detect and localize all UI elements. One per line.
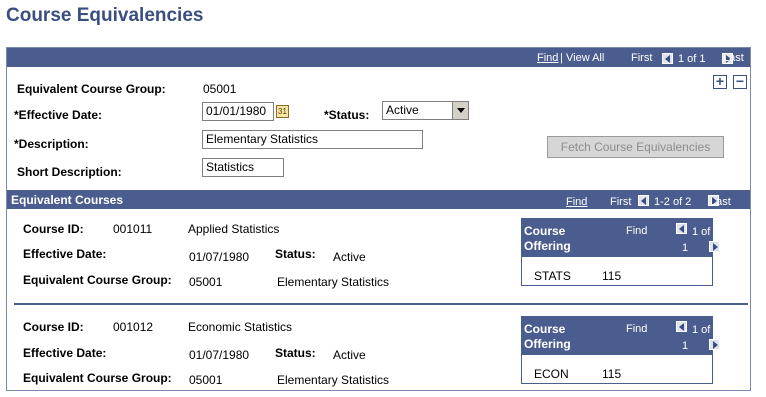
course-offering-title: Course — [524, 322, 566, 336]
left-arrow-icon[interactable] — [638, 194, 649, 206]
status-value: Active — [333, 250, 366, 264]
equivalent-courses-bar: Equivalent Courses Find First 1-2 of 2 L… — [7, 190, 750, 209]
last-link: Last — [723, 52, 744, 64]
group-description: Elementary Statistics — [277, 275, 390, 289]
status-select[interactable]: Active — [382, 101, 469, 120]
right-arrow-icon[interactable] — [709, 339, 721, 351]
group-value: 05001 — [203, 82, 237, 96]
offering-count: 1 of — [692, 226, 711, 238]
course-offering-title: Course — [524, 224, 566, 238]
status-selected-value: Active — [386, 103, 419, 117]
effective-date-label: *Effective Date: — [14, 108, 103, 122]
course-id-value: 001012 — [113, 320, 154, 334]
status-value: Active — [333, 348, 366, 362]
status-label: *Status: — [324, 108, 370, 122]
left-arrow-icon[interactable] — [662, 52, 673, 64]
effective-date-label: Effective Date: — [23, 247, 107, 261]
status-label: Status: — [275, 346, 316, 360]
equiv-last-link: Last — [710, 196, 731, 208]
offering-count-total: 1 — [682, 242, 689, 254]
course-offering-box: Course Offering Find 1 of 1 ECON 115 — [521, 316, 721, 384]
group-description: Elementary Statistics — [277, 373, 390, 387]
add-row-button[interactable]: + — [713, 74, 727, 89]
effective-date-label: Effective Date: — [23, 346, 107, 360]
offering-find-link[interactable]: Find — [626, 323, 647, 335]
description-input[interactable]: Elementary Statistics — [202, 130, 423, 149]
calendar-icon[interactable]: 31 — [276, 105, 289, 118]
row-count: 1 of 1 — [678, 53, 706, 65]
description-label: *Description: — [14, 137, 89, 151]
page-title: Course Equivalencies — [6, 5, 204, 26]
short-description-input[interactable]: Statistics — [202, 158, 284, 177]
short-description-label: Short Description: — [17, 165, 122, 179]
first-link: First — [631, 52, 653, 64]
offering-find-link[interactable]: Find — [626, 225, 647, 237]
group-label: Equivalent Course Group: — [17, 82, 166, 96]
group-value: 05001 — [189, 373, 223, 387]
left-arrow-icon[interactable] — [676, 321, 687, 333]
equiv-find-link[interactable]: Find — [566, 196, 587, 208]
offering-count: 1 of — [692, 324, 711, 336]
nav-separator: | — [560, 52, 563, 64]
right-arrow-icon[interactable] — [709, 241, 721, 253]
offering-catalog: 115 — [602, 269, 622, 283]
offering-catalog: 115 — [602, 367, 622, 381]
course-offering-header: Course Offering Find 1 of 1 — [522, 317, 721, 355]
course-offering-title-2: Offering — [524, 239, 571, 253]
group-label: Equivalent Course Group: — [23, 273, 172, 287]
course-id-label: Course ID: — [23, 222, 84, 236]
equivalent-courses-title: Equivalent Courses — [11, 193, 124, 207]
effective-date-value: 01/07/1980 — [189, 250, 250, 264]
course-offering-title-2: Offering — [524, 337, 571, 351]
row-divider — [14, 303, 748, 305]
course-equivalency-panel: Find | View All First 1 of 1 Last + − Eq… — [6, 47, 751, 391]
offering-count-total: 1 — [682, 340, 689, 352]
effective-date-value: 01/07/1980 — [189, 348, 250, 362]
equiv-row-count: 1-2 of 2 — [654, 196, 692, 208]
course-offering-box: Course Offering Find 1 of 1 STATS 115 — [521, 218, 721, 286]
view-all-link[interactable]: View All — [566, 52, 604, 64]
main-nav-bar: Find | View All First 1 of 1 Last — [7, 48, 750, 67]
status-label: Status: — [275, 247, 316, 261]
left-arrow-icon[interactable] — [676, 223, 687, 235]
offering-subject: ECON — [534, 367, 569, 381]
group-value: 05001 — [189, 275, 223, 289]
fetch-course-equivalencies-button[interactable]: Fetch Course Equivalencies — [547, 136, 724, 158]
course-title: Economic Statistics — [188, 320, 293, 334]
course-offering-header: Course Offering Find 1 of 1 — [522, 219, 721, 257]
group-label: Equivalent Course Group: — [23, 371, 172, 385]
offering-subject: STATS — [534, 269, 571, 283]
course-title: Applied Statistics — [188, 222, 280, 236]
chevron-down-icon[interactable] — [452, 102, 468, 119]
find-link[interactable]: Find — [537, 52, 558, 64]
course-id-value: 001011 — [113, 222, 153, 236]
course-id-label: Course ID: — [23, 320, 84, 334]
equiv-first-link: First — [610, 196, 632, 208]
remove-row-button[interactable]: − — [733, 74, 747, 89]
effective-date-input[interactable]: 01/01/1980 — [202, 102, 274, 121]
